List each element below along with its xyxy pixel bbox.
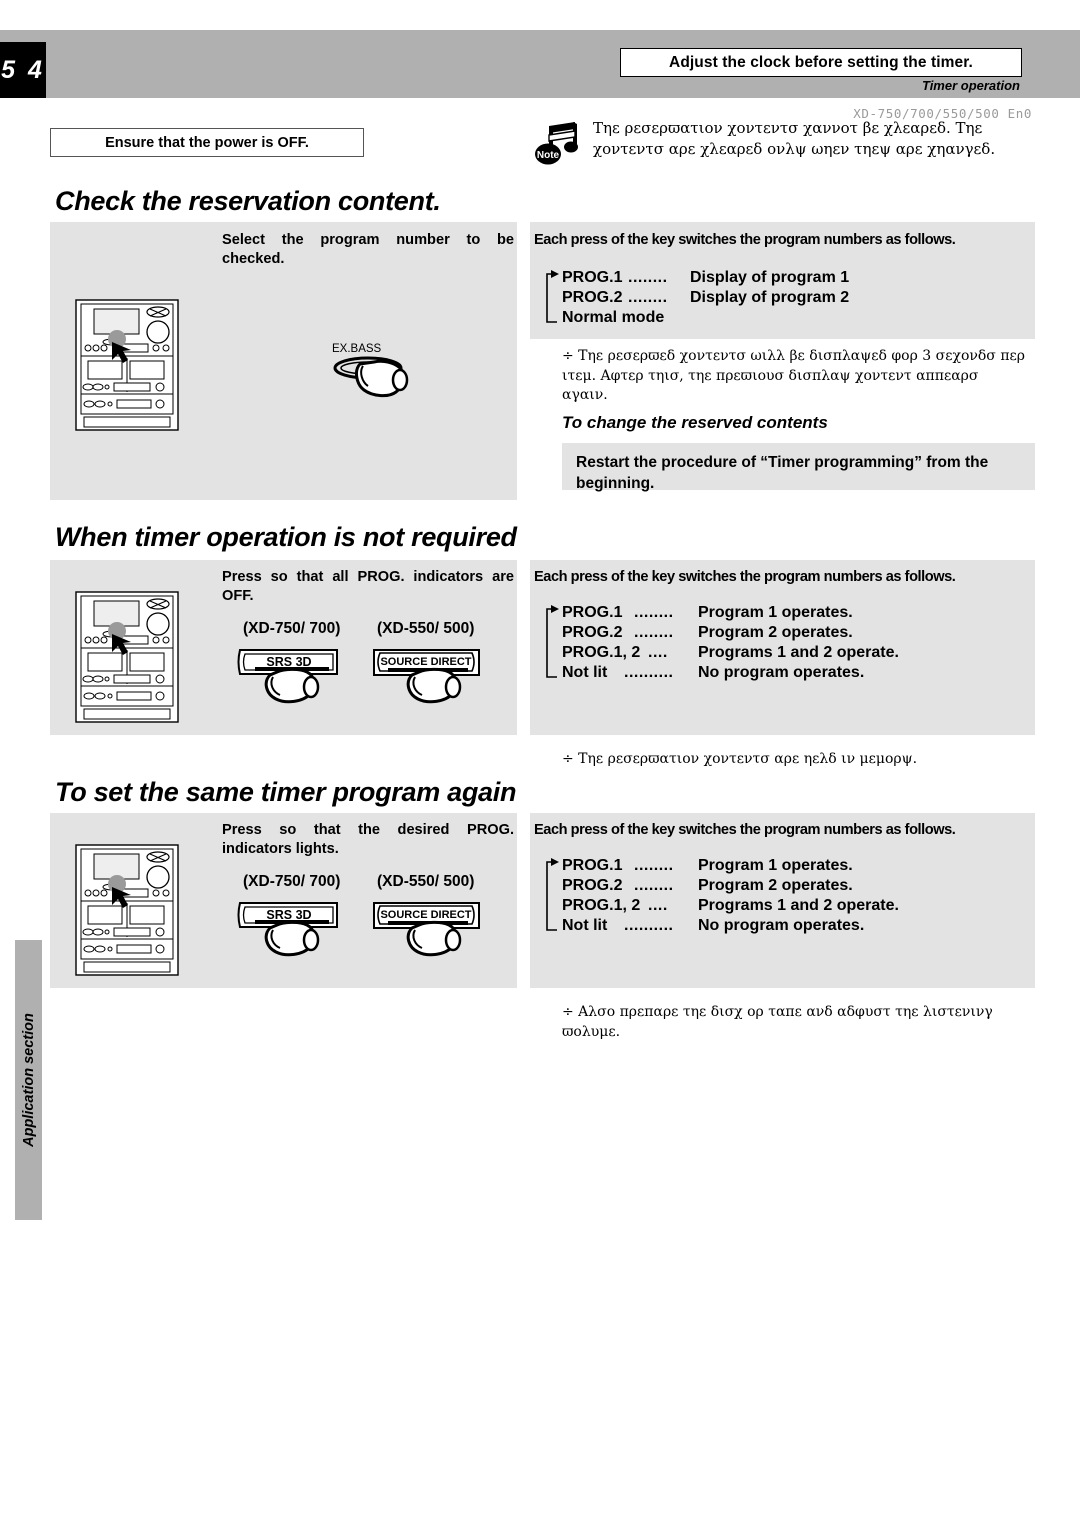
section-3-model-label-2: (XD-550/ 500) [377,873,475,890]
section-1-note: ÷ Τηε ρεσερϖεδ χοντεντσ ωιλλ βε δισπλαψε… [562,348,1025,404]
section-1-restart-box: Restart the procedure of “Timer programm… [562,443,1035,492]
section-1-cycle-list: PROG.1 ........ Display of program 1 PRO… [540,268,1010,328]
ex-bass-button-label: EX.BASS [332,343,382,355]
srs-3d-key-illustration-3[interactable]: SRS 3D [237,897,352,957]
section-1-instruction: Select the program number to be checked. [222,232,514,268]
source-direct-key-label: SOURCE DIRECT [380,909,471,921]
cycle-bracket-icon [546,858,559,931]
cycle-row: PROG.2 ........ Display of program 2 [562,289,850,307]
section-title-2: When timer operation is not required [55,522,517,552]
application-section-tab-label: Application section [20,1013,37,1147]
section-1-each-press: Each press of the key switches the progr… [534,232,956,248]
top-note-block: Note Τηε ρεσερϖατιον χοντεντσ χαννοτ βε … [535,118,1035,165]
cycle-bracket-icon [546,605,559,678]
cycle-row: Normal mode [562,309,665,327]
source-direct-key-illustration-2[interactable]: SOURCE DIRECT [372,644,492,704]
section-2-note: ÷ Τηε ρεσερϖατιον χοντεντσ αρε ηελδ ιν μ… [562,751,918,767]
section-1-subhead: To change the reserved contents [562,413,828,432]
section-3-cycle-list: PROG.1 ........ Program 1 operates. PROG… [540,856,1010,937]
cycle-row: Not lit .......... No program operates. [562,664,865,682]
cycle-row: PROG.2 ........ Program 2 operates. [562,624,853,642]
srs-3d-key-label: SRS 3D [266,655,311,669]
cycle-bracket-icon [546,270,559,323]
cycle-row: PROG.1 ........ Program 1 operates. [562,857,853,874]
section-3-instruction: Press so that the desired PROG. indicato… [222,822,514,858]
cycle-row: PROG.2 ........ Program 2 operates. [562,877,853,895]
cycle-row: PROG.1 ........ Program 1 operates. [562,604,853,621]
section-3-model-label-1: (XD-750/ 700) [243,873,341,890]
stereo-system-illustration-3 [75,844,179,976]
section-3-each-press: Each press of the key switches the progr… [534,822,956,838]
header-callout-box: Adjust the clock before setting the time… [620,48,1022,77]
section-2-each-press: Each press of the key switches the progr… [534,569,956,585]
top-note-text: Τηε ρεσερϖατιον χοντεντσ χαννοτ βε χλεαρ… [593,119,996,158]
manual-page: 5 4 Adjust the clock before setting the … [0,0,1080,1528]
ex-bass-button-illustration[interactable]: EX.BASS [330,340,440,412]
source-direct-key-label: SOURCE DIRECT [380,656,471,668]
section-title-1: Check the reservation content. [55,186,441,216]
ensure-power-off-box: Ensure that the power is OFF. [50,128,364,157]
section-2-model-label-1: (XD-750/ 700) [243,620,341,637]
note-icon-label: Note [537,150,560,161]
cycle-row: Not lit .......... No program operates. [562,917,865,935]
section-title-3: To set the same timer program again [55,777,517,807]
stereo-system-illustration-1 [75,299,179,431]
cycle-row: PROG.1, 2 .... Programs 1 and 2 operate. [562,644,899,662]
section-2-instruction: Press so that all PROG. indicators are O… [222,569,514,605]
section-3-note: ÷ Αλσο πρεπαρε τηε δισχ ορ ταπε ανδ αδφυ… [562,1004,993,1040]
section-2-model-label-2: (XD-550/ 500) [377,620,475,637]
cycle-row: PROG.1 ........ Display of program 1 [562,269,850,286]
section-2-cycle-list: PROG.1 ........ Program 1 operates. PROG… [540,603,1010,684]
application-section-tab: Application section [15,940,42,1220]
cycle-row: PROG.1, 2 .... Programs 1 and 2 operate. [562,897,899,915]
source-direct-key-illustration-3[interactable]: SOURCE DIRECT [372,897,492,957]
page-number: 5 4 [0,42,46,98]
header-subtitle: Timer operation [921,78,1020,93]
srs-3d-key-label: SRS 3D [266,908,311,922]
stereo-system-illustration-2 [75,591,179,723]
srs-3d-key-illustration-2[interactable]: SRS 3D [237,644,352,704]
note-icon: Note [535,122,578,165]
